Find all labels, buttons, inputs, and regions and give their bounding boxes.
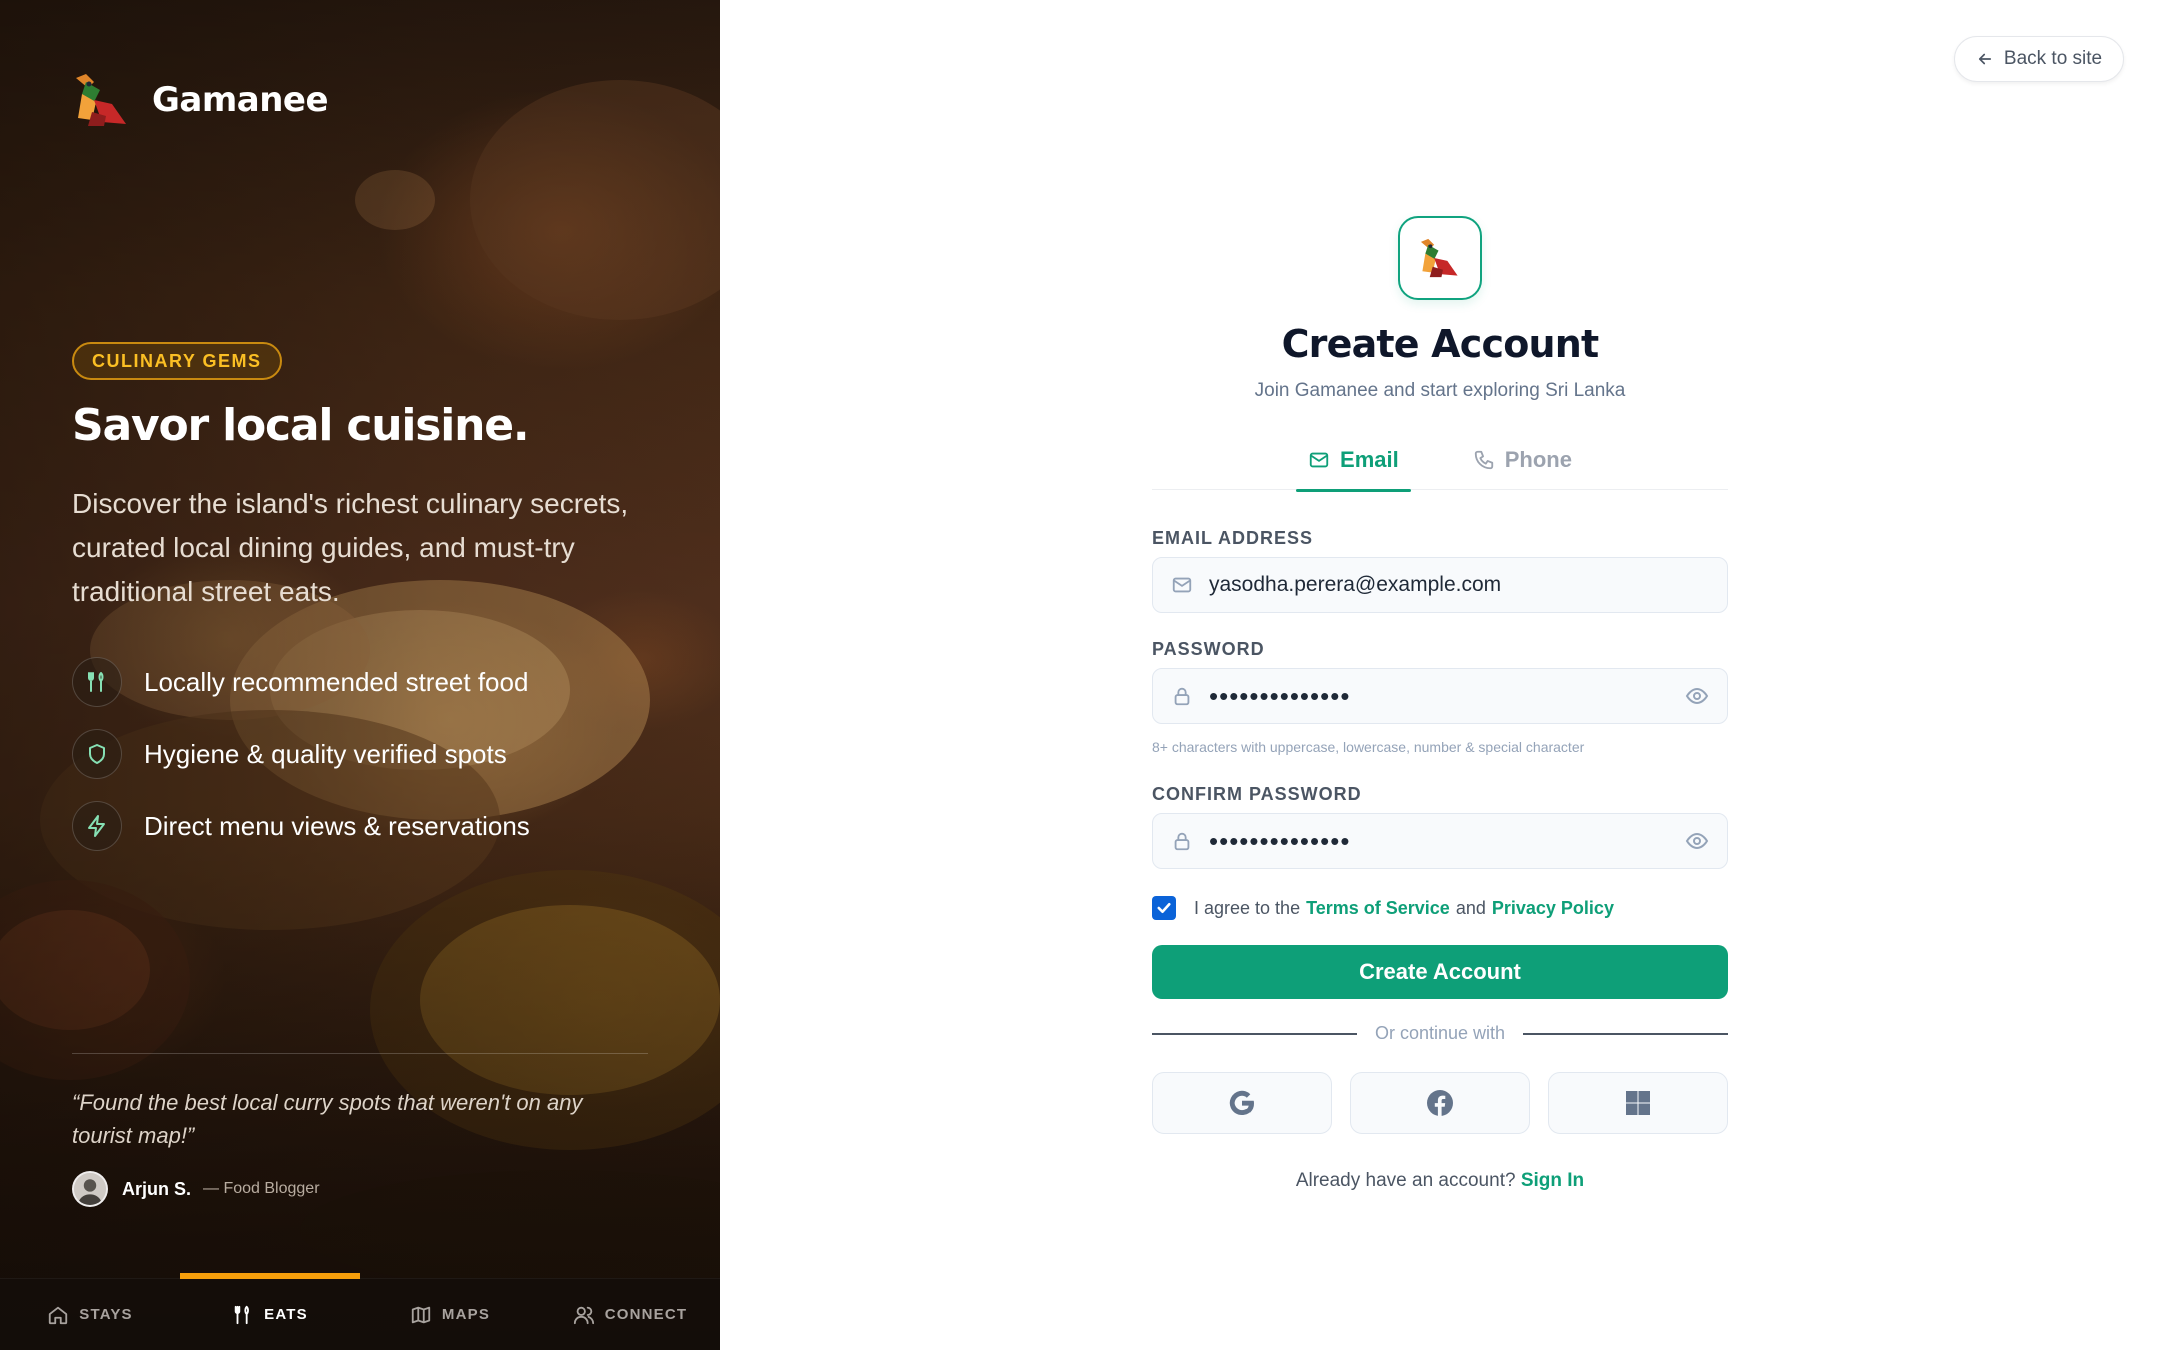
testimonial-author: Arjun S. — Food Blogger (72, 1171, 320, 1207)
back-to-site-button[interactable]: Back to site (1954, 36, 2124, 82)
password-hint: 8+ characters with uppercase, lowercase,… (1152, 739, 1585, 755)
tab-email[interactable]: Email (1296, 430, 1411, 492)
eye-icon[interactable] (1685, 684, 1709, 708)
confirm-password-label: CONFIRM PASSWORD (1152, 784, 1362, 804)
phone-icon (1474, 450, 1493, 470)
gamanee-logo (1420, 238, 1458, 278)
check-icon (1157, 902, 1171, 914)
hero-content: Gamanee CULINARY GEMS Savor local cuisin… (0, 0, 720, 1350)
nav-item-connect[interactable]: CONNECT (540, 1279, 720, 1350)
terms-checkbox[interactable] (1152, 896, 1176, 920)
brand[interactable]: Gamanee (72, 72, 329, 128)
divider-line (1523, 1032, 1728, 1035)
hero-description: Discover the island's richest culinary s… (72, 488, 629, 607)
nav-item-maps[interactable]: MAPS (360, 1279, 540, 1350)
form-logo (1398, 216, 1482, 300)
quote-divider (72, 1053, 648, 1054)
confirm-password-field[interactable] (1152, 813, 1728, 869)
nav-label: MAPS (441, 1306, 491, 1323)
have-account-text: Already have an account? (1295, 1170, 1516, 1191)
feature-label: Locally recommended street food (144, 666, 529, 697)
hero-panel: Gamanee CULINARY GEMS Savor local cuisin… (0, 0, 720, 1350)
sign-in-link[interactable]: Sign In (1521, 1170, 1584, 1191)
nav-item-stays[interactable]: STAYS (0, 1279, 180, 1350)
microsoft-icon (1626, 1091, 1650, 1115)
nav-label: EATS (264, 1306, 308, 1323)
google-login-button[interactable] (1152, 1072, 1332, 1134)
back-button-label: Back to site (2003, 48, 2103, 69)
password-input[interactable] (1209, 680, 1685, 712)
facebook-icon (1427, 1090, 1453, 1116)
nav-item-eats[interactable]: EATS (180, 1273, 360, 1350)
eye-icon[interactable] (1685, 829, 1709, 853)
signup-method-tabs: Email Phone (1152, 430, 1728, 492)
nav-label: CONNECT (604, 1306, 688, 1323)
form-title: Create Account (1281, 322, 1600, 366)
email-field[interactable] (1152, 557, 1728, 613)
shield-icon (72, 729, 122, 779)
form-subtitle: Join Gamanee and start exploring Sri Lan… (1254, 380, 1626, 401)
agree-and-text: and (1455, 897, 1486, 918)
feature-label: Hygiene & quality verified spots (144, 738, 507, 769)
feature-list: Locally recommended street food Hygiene … (72, 646, 530, 862)
tab-phone[interactable]: Phone (1461, 430, 1584, 490)
utensils-icon (72, 657, 122, 707)
feature-label: Direct menu views & reservations (144, 810, 530, 841)
tab-label: Phone (1504, 447, 1572, 472)
terms-agreement: I agree to the Terms of Service and Priv… (1152, 896, 1620, 920)
author-role: — Food Blogger (203, 1180, 320, 1197)
lightning-icon (72, 801, 122, 851)
mail-icon (1172, 577, 1192, 593)
facebook-login-button[interactable] (1350, 1072, 1530, 1134)
nav-label: STAYS (79, 1306, 133, 1323)
lock-icon (1174, 832, 1190, 851)
arrow-left-icon (1978, 53, 1991, 65)
users-icon (573, 1306, 594, 1324)
feature-item: Locally recommended street food (72, 646, 530, 718)
divider-line (1152, 1032, 1357, 1035)
brand-name: Gamanee (152, 80, 329, 120)
category-nav: STAYS EATS MAPS CONNECT (0, 1273, 720, 1350)
google-icon (1229, 1090, 1255, 1116)
signin-prompt: Already have an account? Sign In (1152, 1170, 1728, 1192)
feature-item: Direct menu views & reservations (72, 790, 530, 862)
author-name: Arjun S. (122, 1178, 192, 1199)
email-input[interactable] (1209, 573, 1709, 597)
home-icon (49, 1306, 68, 1324)
password-label: PASSWORD (1152, 639, 1265, 659)
gamanee-logo (76, 74, 126, 126)
confirm-password-input[interactable] (1209, 825, 1685, 857)
testimonial-quote: “Found the best local curry spots that w… (72, 1090, 583, 1148)
avatar (72, 1171, 108, 1207)
tab-label: Email (1340, 447, 1399, 472)
terms-link[interactable]: Terms of Service (1306, 898, 1450, 919)
agree-text: I agree to the (1194, 897, 1301, 918)
utensils-icon (234, 1305, 250, 1324)
password-field[interactable] (1152, 668, 1728, 724)
microsoft-login-button[interactable] (1548, 1072, 1728, 1134)
divider-text: Or continue with (1374, 1023, 1506, 1043)
category-badge: CULINARY GEMS (72, 342, 282, 380)
lock-icon (1174, 687, 1190, 706)
feature-item: Hygiene & quality verified spots (72, 718, 530, 790)
social-login-buttons (1152, 1072, 1728, 1134)
create-account-button[interactable]: Create Account (1152, 945, 1728, 999)
social-divider: Or continue with (1152, 1023, 1728, 1044)
email-label: EMAIL ADDRESS (1152, 528, 1314, 548)
privacy-link[interactable]: Privacy Policy (1492, 898, 1614, 919)
map-icon (411, 1306, 431, 1323)
hero-title: Savor local cuisine. (72, 400, 530, 451)
mail-icon (1309, 452, 1329, 468)
